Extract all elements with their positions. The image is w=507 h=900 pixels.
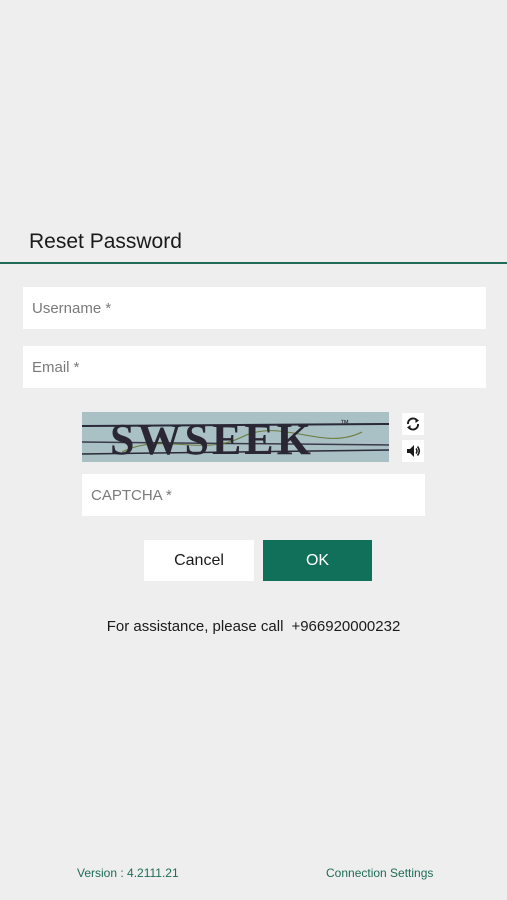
- cancel-button[interactable]: Cancel: [144, 540, 254, 581]
- assistance-text: For assistance, please call: [106, 618, 284, 635]
- captcha-input[interactable]: [82, 474, 425, 516]
- assistance-phone: +966920000232: [291, 618, 401, 635]
- username-input[interactable]: [23, 287, 486, 329]
- ok-button[interactable]: OK: [263, 540, 372, 581]
- version-label: Version : 4.2111.21: [77, 866, 179, 880]
- email-input[interactable]: [23, 346, 486, 388]
- title-divider: [0, 262, 507, 264]
- captcha-image: SWSEEK ™: [82, 412, 389, 462]
- page-title: Reset Password: [29, 230, 182, 253]
- refresh-icon: [407, 417, 419, 431]
- refresh-captcha-button[interactable]: [402, 413, 424, 435]
- assistance-message: For assistance, please call +966920000232: [0, 618, 507, 635]
- speaker-icon: [407, 445, 420, 457]
- captcha-text: SWSEEK: [110, 415, 314, 462]
- svg-text:™: ™: [340, 418, 349, 428]
- connection-settings-link[interactable]: Connection Settings: [326, 866, 433, 880]
- audio-captcha-button[interactable]: [402, 440, 424, 462]
